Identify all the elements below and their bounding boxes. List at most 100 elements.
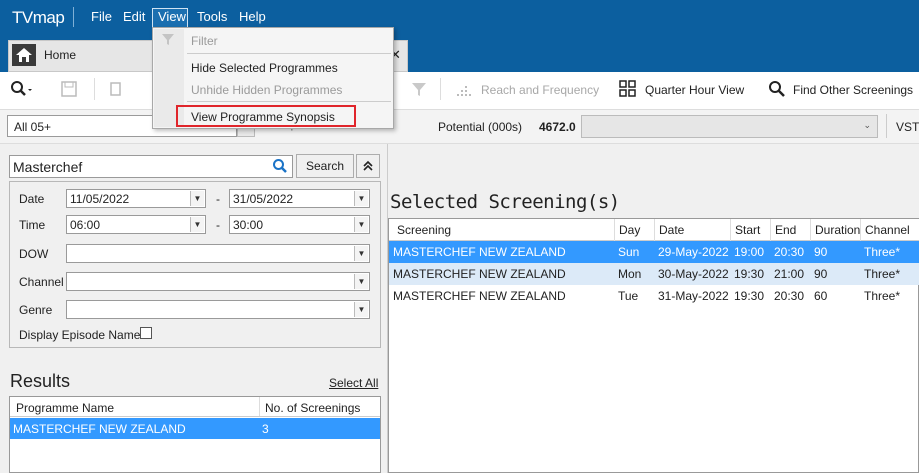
toolbar-divider <box>94 78 95 100</box>
quarter-hour-icon[interactable] <box>619 80 637 101</box>
screenings-title: Selected Screening(s) <box>390 191 620 213</box>
col-end[interactable]: End <box>771 219 811 241</box>
vst-label: VST <box>896 120 919 134</box>
table-row[interactable]: MASTERCHEF NEW ZEALAND Mon 30-May-2022 1… <box>389 263 919 285</box>
save-icon[interactable] <box>60 80 78 101</box>
menu-item-filter[interactable]: Filter <box>191 34 218 48</box>
col-screening[interactable]: Screening <box>389 219 615 241</box>
menu-item-unhide-hidden[interactable]: Unhide Hidden Programmes <box>191 83 342 97</box>
col-start[interactable]: Start <box>731 219 771 241</box>
results-col-screenings[interactable]: No. of Screenings <box>265 401 360 415</box>
reach-frequency-icon[interactable] <box>456 80 474 101</box>
col-duration[interactable]: Duration <box>811 219 861 241</box>
find-other-screenings-button[interactable]: Find Other Screenings <box>793 83 913 97</box>
dow-select[interactable]: ▼ <box>66 244 370 263</box>
screening-duration: 90 <box>814 245 828 259</box>
screening-duration: 60 <box>814 289 828 303</box>
chevron-down-icon[interactable]: ▼ <box>190 191 204 206</box>
results-col-programme[interactable]: Programme Name <box>16 401 114 415</box>
channel-label: Channel <box>19 275 64 289</box>
date-to-field[interactable]: 31/05/2022 ▼ <box>229 189 370 208</box>
potential-label: Potential (000s) <box>438 120 523 134</box>
chevron-down-icon[interactable]: ▼ <box>190 217 204 232</box>
menu-help[interactable]: Help <box>239 9 266 24</box>
screening-end: 21:00 <box>774 267 805 281</box>
date-from-field[interactable]: 11/05/2022 ▼ <box>66 189 206 208</box>
chevron-down-icon[interactable]: ▼ <box>354 302 368 317</box>
screening-end: 20:30 <box>774 289 805 303</box>
screening-date: 31-May-2022 <box>658 289 729 303</box>
menu-view[interactable]: View <box>158 9 186 24</box>
quarter-hour-view-button[interactable]: Quarter Hour View <box>645 83 744 97</box>
reach-frequency-button[interactable]: Reach and Frequency <box>481 83 599 97</box>
column-divider <box>259 397 260 416</box>
result-programme-name: MASTERCHEF NEW ZEALAND <box>13 422 186 436</box>
results-title: Results <box>10 371 71 391</box>
search-button[interactable]: Search <box>296 154 354 178</box>
screening-end: 20:30 <box>774 245 805 259</box>
search-tool-icon[interactable] <box>10 80 32 101</box>
col-date[interactable]: Date <box>655 219 731 241</box>
col-channel[interactable]: Channel <box>861 219 919 241</box>
menu-tools[interactable]: Tools <box>197 9 227 24</box>
home-icon <box>12 44 36 66</box>
display-episode-checkbox[interactable] <box>140 327 152 339</box>
find-screenings-icon[interactable] <box>768 80 786 101</box>
search-icon[interactable] <box>272 158 288 177</box>
screening-day: Tue <box>618 289 639 303</box>
table-row[interactable]: MASTERCHEF NEW ZEALAND Sun 29-May-2022 1… <box>389 241 919 263</box>
screening-name: MASTERCHEF NEW ZEALAND <box>393 267 566 281</box>
screening-duration: 90 <box>814 267 828 281</box>
search-input[interactable]: Masterchef <box>9 155 293 178</box>
menu-file[interactable]: File <box>91 9 112 24</box>
screening-day: Sun <box>618 245 640 259</box>
toolbar-divider <box>440 78 441 100</box>
menu-item-hide-selected[interactable]: Hide Selected Programmes <box>191 61 338 75</box>
result-screening-count: 3 <box>262 422 269 436</box>
filter-divider <box>886 114 887 138</box>
col-day[interactable]: Day <box>615 219 655 241</box>
results-header: Programme Name No. of Screenings <box>10 397 380 417</box>
menu-item-view-synopsis[interactable]: View Programme Synopsis <box>191 110 335 124</box>
copy-icon[interactable] <box>108 80 124 101</box>
select-all-link[interactable]: Select All <box>329 376 378 390</box>
time-to-value: 30:00 <box>233 218 264 232</box>
collapse-icon[interactable] <box>356 154 380 178</box>
time-from-value: 06:00 <box>70 218 101 232</box>
audience-value: All 05+ <box>14 120 52 134</box>
chevron-down-icon[interactable]: ▼ <box>354 191 368 206</box>
table-row[interactable]: MASTERCHEF NEW ZEALAND 3 <box>10 418 380 439</box>
screening-channel: Three* <box>864 267 901 281</box>
time-to-field[interactable]: 30:00 ▼ <box>229 215 370 234</box>
screenings-header: Screening Day Date Start End Duration Ch… <box>389 219 919 241</box>
filter-icon <box>161 32 175 49</box>
date-to-value: 31/05/2022 <box>233 192 294 206</box>
screening-start: 19:30 <box>734 289 765 303</box>
time-from-field[interactable]: 06:00 ▼ <box>66 215 206 234</box>
display-episode-label: Display Episode Name <box>19 328 141 342</box>
channel-select[interactable]: ▼ <box>66 272 370 291</box>
channel-set-select[interactable]: ⌄ <box>581 115 878 138</box>
chevron-down-icon[interactable]: ▼ <box>354 246 368 261</box>
genre-select[interactable]: ▼ <box>66 300 370 319</box>
screening-day: Mon <box>618 267 642 281</box>
chevron-down-icon: ⌄ <box>863 120 871 130</box>
chevron-down-icon[interactable]: ▼ <box>354 217 368 232</box>
genre-label: Genre <box>19 303 53 317</box>
menu-edit[interactable]: Edit <box>123 9 145 24</box>
menu-separator <box>187 101 391 102</box>
chevron-down-icon[interactable]: ▼ <box>354 274 368 289</box>
table-row[interactable]: MASTERCHEF NEW ZEALAND Tue 31-May-2022 1… <box>389 285 919 307</box>
screening-start: 19:30 <box>734 267 765 281</box>
screening-date: 29-May-2022 <box>658 245 729 259</box>
screening-channel: Three* <box>864 289 901 303</box>
time-label: Time <box>19 218 46 232</box>
search-input-value: Masterchef <box>13 159 83 175</box>
screening-name: MASTERCHEF NEW ZEALAND <box>393 289 566 303</box>
tab-home-label: Home <box>44 48 77 62</box>
filter-icon[interactable] <box>410 80 428 101</box>
app-logo: TVmap <box>12 8 65 27</box>
date-dash: - <box>216 192 220 206</box>
date-label: Date <box>19 192 45 206</box>
logo-separator <box>73 7 74 27</box>
